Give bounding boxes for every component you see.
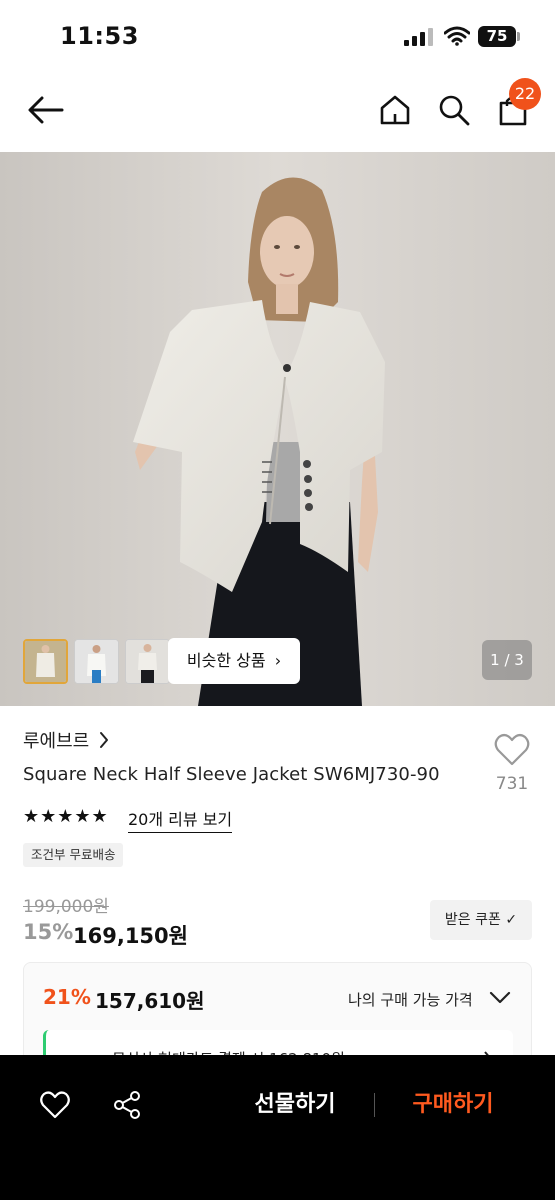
chevron-right-icon[interactable] <box>98 730 110 750</box>
shipping-badge: 조건부 무료배송 <box>23 843 124 867</box>
status-bar: 11:53 75 <box>0 0 555 70</box>
similar-products-button[interactable]: 비슷한 상품 › <box>168 638 300 684</box>
check-icon: ✓ <box>505 912 518 928</box>
wifi-icon <box>444 26 470 46</box>
top-nav <box>0 70 555 152</box>
thumbnail-3[interactable] <box>125 638 170 684</box>
benefit-label: 나의 구매 가능 가격 <box>348 991 473 1009</box>
heart-icon[interactable] <box>494 733 530 767</box>
original-price: 199,000원 <box>23 897 109 917</box>
gift-button[interactable]: 선물하기 <box>240 1087 350 1123</box>
review-link[interactable]: 20개 리뷰 보기 <box>128 806 233 833</box>
coupon-button[interactable]: 받은 쿠폰 ✓ <box>430 900 532 940</box>
home-icon[interactable] <box>379 94 411 126</box>
product-title: Square Neck Half Sleeve Jacket SW6MJ730-… <box>23 764 440 785</box>
buy-button[interactable]: 구매하기 <box>398 1087 508 1123</box>
status-time: 11:53 <box>60 22 139 50</box>
battery-tip <box>517 32 520 41</box>
thumbnail-2[interactable] <box>74 638 119 684</box>
signal-icon <box>404 28 433 46</box>
share-icon[interactable] <box>113 1091 141 1119</box>
search-icon[interactable] <box>438 94 470 126</box>
battery-icon: 75 <box>478 26 516 47</box>
benefit-price: 157,610원 <box>95 989 205 1013</box>
coupon-label: 받은 쿠폰 <box>444 912 501 928</box>
image-pager: 1 / 3 <box>482 640 532 680</box>
wish-count: 731 <box>495 774 529 794</box>
cart-count-badge: 22 <box>509 78 541 110</box>
bottom-action-bar: 선물하기 구매하기 <box>0 1055 555 1200</box>
chevron-right-icon: › <box>274 651 282 670</box>
brand-link[interactable]: 루에브르 <box>23 727 89 753</box>
divider <box>374 1093 375 1117</box>
product-photo <box>0 152 555 706</box>
thumbnail-strip <box>23 638 170 684</box>
chevron-down-icon[interactable] <box>489 991 511 1005</box>
benefit-discount: 21% <box>43 985 91 1009</box>
back-arrow-icon[interactable] <box>28 96 64 124</box>
discount-rate: 15% <box>23 920 74 944</box>
thumbnail-1[interactable] <box>23 638 68 684</box>
heart-icon[interactable] <box>40 1091 70 1119</box>
product-image-gallery[interactable] <box>0 152 555 706</box>
sale-price: 169,150원 <box>73 924 188 948</box>
rating-stars: ★★★★★ <box>23 806 109 827</box>
similar-products-label: 비슷한 상품 <box>186 651 266 670</box>
